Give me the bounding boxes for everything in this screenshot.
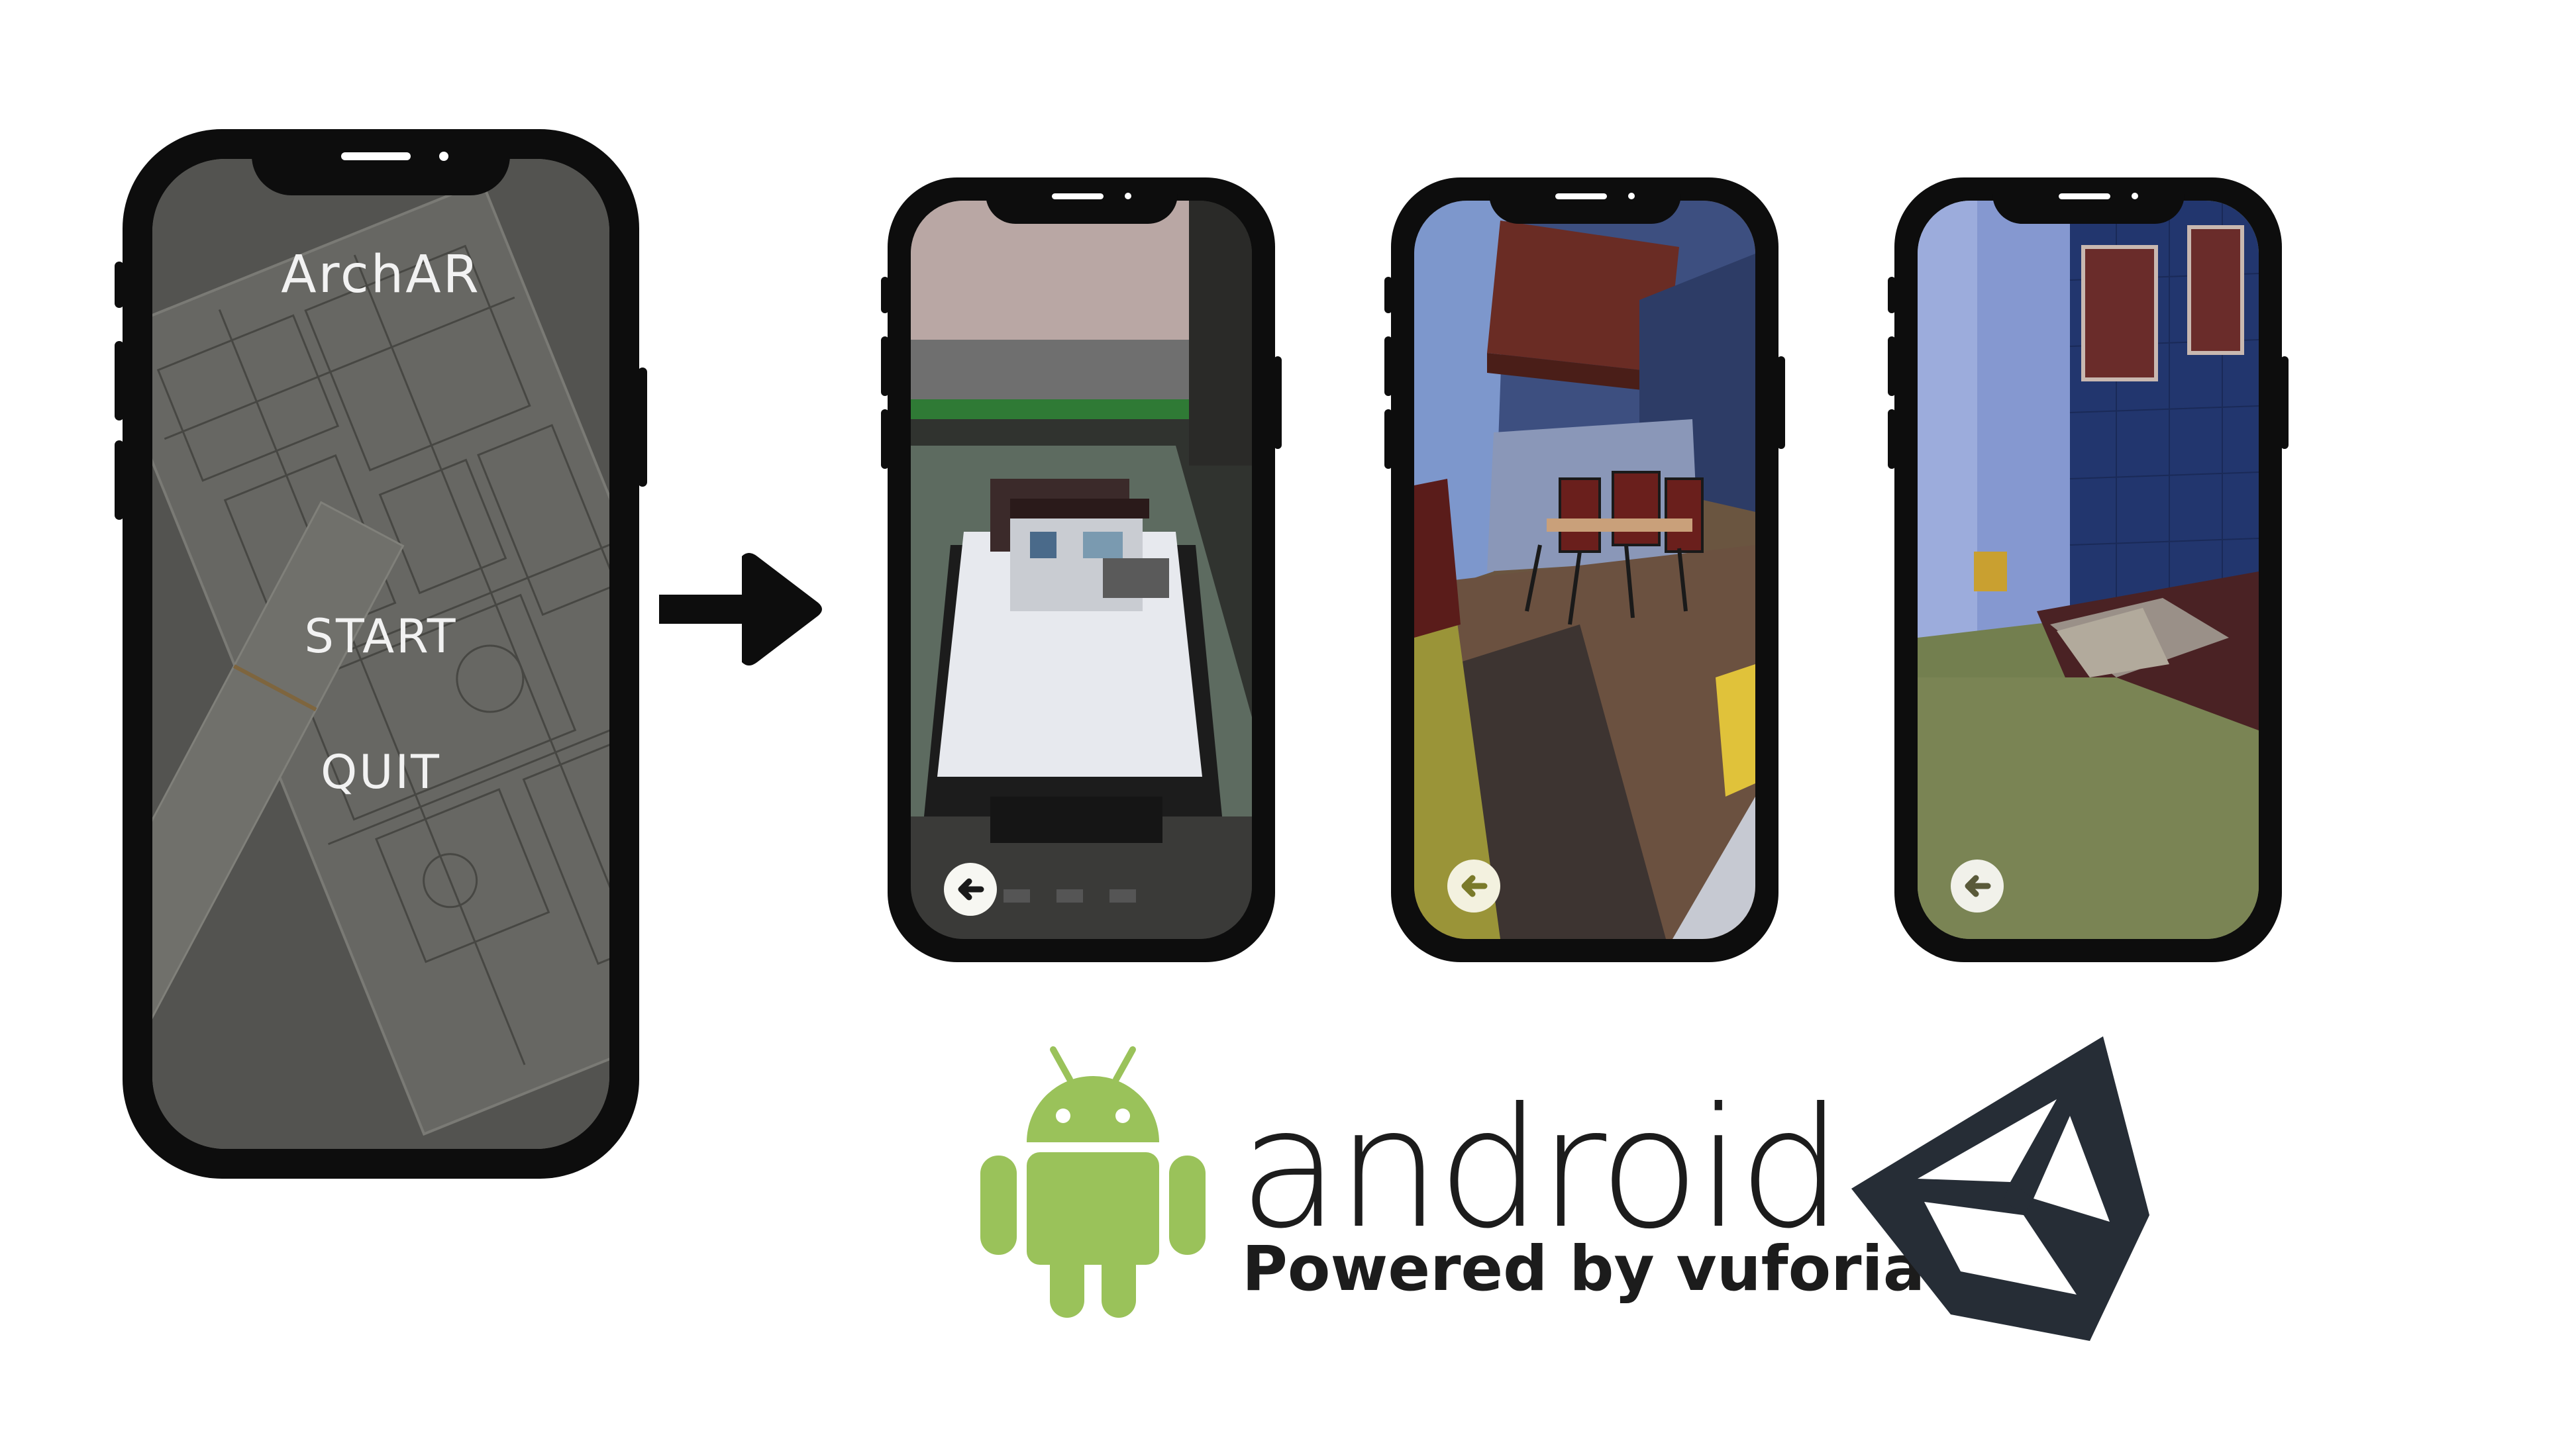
back-arrow-icon xyxy=(1461,875,1488,897)
phone-power-button xyxy=(1777,356,1785,449)
camera-icon xyxy=(1124,193,1131,199)
phone-volume-button xyxy=(1888,336,1896,396)
ar-bedroom-scene xyxy=(1918,201,2259,939)
phone-side-button xyxy=(115,262,124,308)
camera-icon xyxy=(1627,193,1635,199)
ar-phone-model xyxy=(881,177,1282,962)
back-arrow-icon xyxy=(1965,875,1991,897)
right-arrow-icon xyxy=(659,553,822,666)
ar-dining-screen xyxy=(1414,201,1755,939)
ar-model-screen xyxy=(911,201,1252,939)
phone-side-button xyxy=(1384,277,1392,313)
menu-screen: ArchAR START QUIT xyxy=(152,159,609,1149)
phone-volume-button xyxy=(881,336,889,396)
android-wordmark: android xyxy=(1239,1072,1843,1265)
phone-volume-button xyxy=(1384,336,1392,396)
speaker-icon xyxy=(341,152,411,160)
ar-phone-dining xyxy=(1384,177,1785,962)
powered-by-vuforia-text: Powered by vuforia xyxy=(1242,1233,1926,1305)
phone-volume-button xyxy=(1888,409,1896,469)
ar-bedroom-screen xyxy=(1918,201,2259,939)
back-button[interactable] xyxy=(944,863,997,916)
camera-icon xyxy=(2131,193,2138,199)
back-arrow-icon xyxy=(958,878,984,901)
speaker-icon xyxy=(1051,193,1104,199)
phone-power-button xyxy=(1274,356,1282,449)
speaker-icon xyxy=(2058,193,2110,199)
phone-notch xyxy=(252,129,510,195)
phone-side-button xyxy=(1888,277,1896,313)
phone-volume-button xyxy=(115,341,124,420)
quit-button[interactable]: QUIT xyxy=(152,745,609,799)
phone-power-button xyxy=(638,368,647,487)
menu-phone: ArchAR START QUIT xyxy=(115,129,647,1179)
ar-dining-scene xyxy=(1414,201,1755,939)
ar-phone-bedroom xyxy=(1888,177,2289,962)
phone-power-button xyxy=(2281,356,2289,449)
start-button[interactable]: START xyxy=(152,609,609,664)
phone-notch xyxy=(1488,177,1681,224)
phone-notch xyxy=(985,177,1178,224)
speaker-icon xyxy=(1555,193,1607,199)
unity-logo-icon xyxy=(1851,1036,2149,1341)
phone-volume-button xyxy=(881,409,889,469)
phone-side-button xyxy=(881,277,889,313)
back-button[interactable] xyxy=(1447,860,1500,913)
phone-volume-button xyxy=(1384,409,1392,469)
phone-volume-button xyxy=(115,440,124,520)
android-robot-icon xyxy=(980,1046,1206,1318)
app-title: ArchAR xyxy=(281,245,481,305)
camera-icon xyxy=(439,152,448,161)
phone-notch xyxy=(1992,177,2185,224)
back-button[interactable] xyxy=(1951,860,2004,913)
ar-model-scene xyxy=(911,201,1252,939)
